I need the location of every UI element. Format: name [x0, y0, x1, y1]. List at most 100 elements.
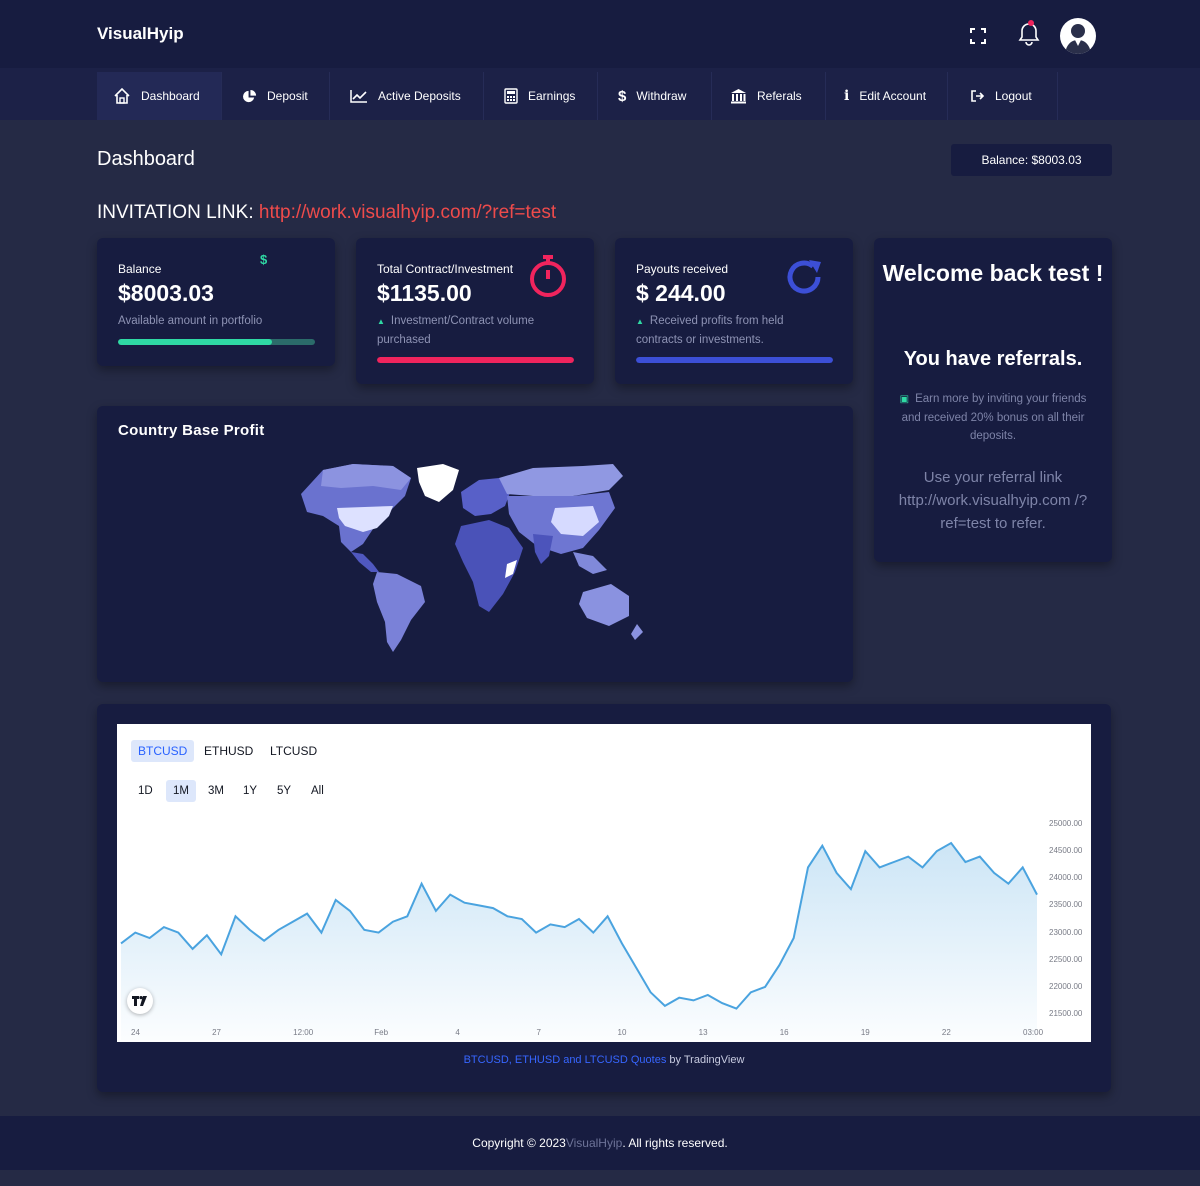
x-tick-label: 22 [941, 1028, 951, 1037]
map-region-australia [579, 584, 629, 626]
y-tick-label: 23500.00 [1049, 900, 1083, 910]
nav-withdraw[interactable]: $ Withdraw [598, 72, 712, 120]
nav-label: Active Deposits [378, 89, 461, 103]
quotes-link[interactable]: BTCUSD, ETHUSD and LTCUSD Quotes [464, 1054, 667, 1066]
map-region-new-zealand [631, 624, 643, 640]
brand-logo[interactable]: VisualHyip [97, 24, 184, 44]
y-tick-label: 23000.00 [1049, 927, 1083, 937]
dollar-icon: $ [260, 252, 268, 267]
stopwatch-icon [530, 255, 566, 297]
x-tick-label: 10 [617, 1028, 627, 1037]
stat-desc-text: Investment/Contract volume purchased [377, 315, 535, 346]
map-region-central-america [351, 552, 379, 572]
nav-label: Edit Account [859, 89, 927, 103]
nav-deposit[interactable]: Deposit [222, 72, 330, 120]
main-nav: Dashboard Deposit Active Deposits Earnin… [0, 68, 1200, 120]
footer-suffix: . All rights reserved. [622, 1136, 728, 1150]
map-region-south-america [373, 572, 425, 652]
y-tick-label: 21500.00 [1049, 1009, 1083, 1018]
stat-desc: Available amount in portfolio [118, 315, 263, 327]
caption-by: by TradingView [666, 1054, 745, 1066]
nav-earnings[interactable]: Earnings [484, 72, 598, 120]
map-title: Country Base Profit [118, 422, 265, 439]
payouts-card: Payouts received $ 244.00 ▲ Received prof… [615, 238, 853, 384]
x-tick-label: 27 [212, 1028, 221, 1037]
nav-referals[interactable]: Referals [712, 72, 826, 120]
x-tick-label: 24 [131, 1028, 140, 1037]
x-tick-label: 4 [455, 1028, 460, 1037]
tradingview-caption: BTCUSD, ETHUSD and LTCUSD Quotes by Trad… [97, 1054, 1111, 1066]
page-title: Dashboard [97, 148, 195, 170]
map-region-india [533, 534, 553, 564]
nav-logout[interactable]: Logout [948, 72, 1058, 120]
map-region-greenland [417, 464, 459, 502]
stat-label: Total Contract/Investment [377, 262, 514, 276]
investment-card: Total Contract/Investment $1135.00 ▲ Inve… [356, 238, 594, 384]
world-map[interactable] [293, 456, 653, 656]
x-tick-label: 03:00 [1023, 1028, 1044, 1037]
balance-badge: Balance: $8003.03 [951, 144, 1112, 176]
bank-icon [731, 89, 746, 104]
map-region-southeast-asia [573, 552, 607, 574]
calculator-icon [504, 88, 518, 104]
user-avatar-icon [1065, 24, 1091, 54]
y-tick-label: 25000.00 [1049, 819, 1083, 828]
stat-desc: ▲ Investment/Contract volume purchased [377, 312, 557, 349]
stat-value: $ 244.00 [636, 280, 726, 306]
home-icon [114, 87, 130, 104]
payouts-progress-bar [636, 357, 833, 363]
top-bar: VisualHyip [0, 0, 1200, 68]
nav-label: Referals [757, 89, 802, 103]
line-chart-icon [350, 90, 367, 103]
x-tick-label: 19 [860, 1028, 870, 1037]
progress-fill [377, 357, 574, 363]
x-tick-label: 7 [536, 1028, 541, 1037]
price-area-fill [121, 843, 1037, 1040]
invitation-label: INVITATION LINK: [97, 202, 254, 223]
tradingview-logo-icon [132, 996, 147, 1006]
fullscreen-icon[interactable] [968, 26, 988, 46]
y-tick-label: 24000.00 [1049, 873, 1083, 883]
referrals-heading: You have referrals. [903, 348, 1083, 370]
stat-value: $8003.03 [118, 280, 214, 306]
nav-label: Earnings [528, 89, 576, 103]
invitation-link: INVITATION LINK: http://work.visualhyip.… [97, 202, 556, 224]
sign-out-icon [971, 90, 985, 102]
up-arrow-icon: ▲ [377, 317, 385, 326]
dollar-icon: $ [618, 87, 627, 105]
refresh-icon [787, 260, 821, 294]
x-tick-label: 16 [779, 1028, 789, 1037]
balance-progress-bar [118, 339, 315, 345]
footer: Copyright © 2023 VisualHyip . All rights… [0, 1116, 1200, 1170]
nav-dashboard[interactable]: Dashboard [97, 72, 222, 120]
avatar[interactable] [1060, 18, 1096, 54]
progress-fill [118, 339, 272, 345]
referral-link-text: Use your referral link http://work.visua… [898, 469, 1088, 532]
y-tick-label: 24500.00 [1049, 846, 1083, 856]
welcome-card: Welcome back test ! You have referrals. … [874, 238, 1112, 562]
stat-label: Balance [118, 262, 162, 276]
stat-desc-text: Received profits from held contracts or … [636, 315, 784, 346]
money-icon: ▣ [899, 394, 910, 405]
nav-label: Deposit [267, 89, 308, 103]
info-icon: i [844, 88, 850, 104]
y-tick-label: 22500.00 [1049, 954, 1083, 964]
x-tick-label: Feb [374, 1028, 389, 1037]
progress-fill [636, 357, 833, 363]
nav-label: Logout [995, 89, 1032, 103]
price-area-chart[interactable] [117, 724, 1091, 1042]
referral-earn-copy: Earn more by inviting your friends and r… [901, 393, 1087, 442]
y-tick-label: 22000.00 [1049, 981, 1083, 991]
up-arrow-icon: ▲ [636, 317, 644, 326]
stat-desc: ▲ Received profits from held contracts or… [636, 312, 816, 349]
tradingview-logo[interactable] [127, 988, 153, 1014]
stat-value: $1135.00 [377, 280, 472, 306]
invitation-url[interactable]: http://work.visualhyip.com/?ref=test [259, 202, 556, 223]
nav-active-deposits[interactable]: Active Deposits [330, 72, 484, 120]
footer-brand-link[interactable]: VisualHyip [566, 1136, 622, 1150]
nav-edit-account[interactable]: i Edit Account [826, 72, 948, 120]
tradingview-widget[interactable]: BTCUSD ETHUSD LTCUSD 1D 1M 3M 1Y 5Y All … [117, 724, 1091, 1042]
bell-icon[interactable] [1016, 20, 1042, 48]
map-region-canada [321, 464, 411, 490]
welcome-title: Welcome back test ! [882, 260, 1104, 286]
